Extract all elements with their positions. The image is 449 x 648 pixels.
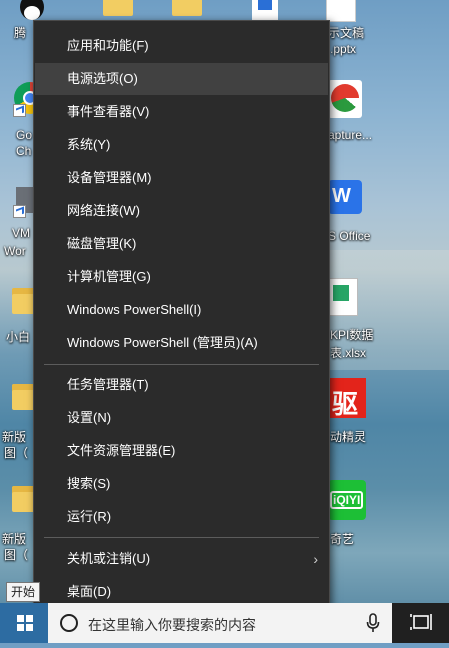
capture-app-icon[interactable] — [328, 80, 362, 118]
menu-item-label: 运行(R) — [67, 509, 112, 524]
menu-item-label: 事件查看器(V) — [67, 104, 150, 119]
menu-separator — [44, 537, 319, 538]
shortcut-arrow-icon — [13, 205, 26, 218]
menu-item-label: 任务管理器(T) — [67, 377, 149, 392]
menu-item-event-viewer[interactable]: 事件查看器(V) — [35, 96, 328, 128]
menu-item-label: 计算机管理(G) — [67, 269, 151, 284]
chevron-right-icon: › — [313, 551, 318, 567]
newfile2-label-line2: 图（ — [4, 548, 29, 562]
driver-genius-icon[interactable]: 驱 — [328, 378, 366, 419]
menu-item-label: 系统(Y) — [67, 137, 111, 152]
menu-item-network-connections[interactable]: 网络连接(W) — [35, 195, 328, 227]
menu-item-label: 电源选项(O) — [67, 71, 138, 86]
newfile1-label-line2: 图（ — [4, 446, 29, 460]
kpi-label-line2: 表.xlsx — [330, 346, 367, 360]
iqiyi-icon[interactable]: iQIYI — [328, 480, 366, 520]
menu-item-label: 设置(N) — [67, 410, 112, 425]
menu-item-label: Windows PowerShell(I) — [67, 302, 202, 317]
menu-item-system[interactable]: 系统(Y) — [35, 129, 328, 161]
file-icon[interactable] — [252, 0, 278, 20]
spreadsheet-file-icon[interactable] — [328, 278, 358, 316]
iqiyi-icon-glyph: iQIYI — [330, 491, 364, 509]
microphone-icon[interactable] — [366, 613, 380, 633]
menu-item-label: Windows PowerShell (管理员)(A) — [67, 335, 258, 350]
task-view-button[interactable] — [400, 603, 449, 643]
menu-item-label: 文件资源管理器(E) — [67, 443, 176, 458]
menu-item-search[interactable]: 搜索(S) — [35, 468, 328, 500]
start-tooltip: 开始 — [6, 582, 41, 602]
menu-item-settings[interactable]: 设置(N) — [35, 402, 328, 434]
vmware-label-line2: Wor — [4, 244, 26, 258]
chrome-label-line1: Go — [16, 128, 33, 142]
qq-label: 腾 — [14, 26, 27, 40]
menu-item-file-explorer[interactable]: 文件资源管理器(E) — [35, 435, 328, 467]
wps-label: S Office — [328, 229, 371, 243]
qq-icon[interactable] — [16, 0, 48, 22]
kpi-label-line1: KPI数据 — [330, 328, 374, 342]
cortana-circle-icon — [60, 614, 78, 632]
search-placeholder: 在这里输入你要搜索的内容 — [88, 617, 256, 633]
driver-label: 动精灵 — [330, 430, 367, 444]
presentation-file-icon[interactable] — [326, 0, 356, 22]
menu-item-apps-features[interactable]: 应用和功能(F) — [35, 30, 328, 62]
menu-item-label: 搜索(S) — [67, 476, 111, 491]
menu-item-label: 应用和功能(F) — [67, 38, 149, 53]
menu-item-powershell-admin[interactable]: Windows PowerShell (管理员)(A) — [35, 327, 328, 359]
winx-context-menu: 应用和功能(F) 电源选项(O) 事件查看器(V) 系统(Y) 设备管理器(M)… — [33, 20, 330, 618]
menu-item-powershell[interactable]: Windows PowerShell(I) — [35, 294, 328, 326]
iqiyi-label: 奇艺 — [330, 532, 355, 546]
start-button[interactable] — [0, 603, 48, 643]
driver-icon-glyph: 驱 — [332, 389, 359, 419]
chrome-label-line2: Ch — [16, 144, 32, 158]
vmware-label-line1: VM — [12, 226, 30, 240]
menu-item-run[interactable]: 运行(R) — [35, 501, 328, 533]
menu-item-disk-management[interactable]: 磁盘管理(K) — [35, 228, 328, 260]
menu-item-label: 关机或注销(U) — [67, 551, 151, 566]
menu-item-task-manager[interactable]: 任务管理器(T) — [35, 369, 328, 401]
menu-item-label: 网络连接(W) — [67, 203, 140, 218]
shortcut-arrow-icon — [13, 104, 26, 117]
folder-icon[interactable] — [103, 0, 133, 16]
pptx-label-line1: 示文稿 — [328, 26, 365, 40]
menu-item-computer-management[interactable]: 计算机管理(G) — [35, 261, 328, 293]
xiaobai-label: 小白 — [6, 330, 31, 344]
newfile2-label-line1: 新版 — [2, 532, 27, 546]
menu-item-shutdown-signout[interactable]: 关机或注销(U) › — [35, 543, 328, 575]
pptx-label-line2: .pptx — [330, 42, 357, 56]
wps-office-icon[interactable]: W — [328, 180, 362, 214]
menu-item-label: 磁盘管理(K) — [67, 236, 137, 251]
capture-label: apture... — [328, 128, 373, 142]
taskbar-search-box[interactable]: 在这里输入你要搜索的内容 — [48, 603, 392, 643]
menu-item-device-manager[interactable]: 设备管理器(M) — [35, 162, 328, 194]
menu-item-label: 设备管理器(M) — [67, 170, 152, 185]
newfile1-label-line1: 新版 — [2, 430, 27, 444]
menu-separator — [44, 364, 319, 365]
windows-logo-icon — [17, 615, 33, 631]
taskbar: 在这里输入你要搜索的内容 — [0, 603, 449, 643]
folder-icon[interactable] — [172, 0, 202, 16]
menu-item-label: 桌面(D) — [67, 584, 112, 599]
menu-item-power-options[interactable]: 电源选项(O) — [35, 63, 328, 95]
task-view-icon — [410, 614, 432, 630]
